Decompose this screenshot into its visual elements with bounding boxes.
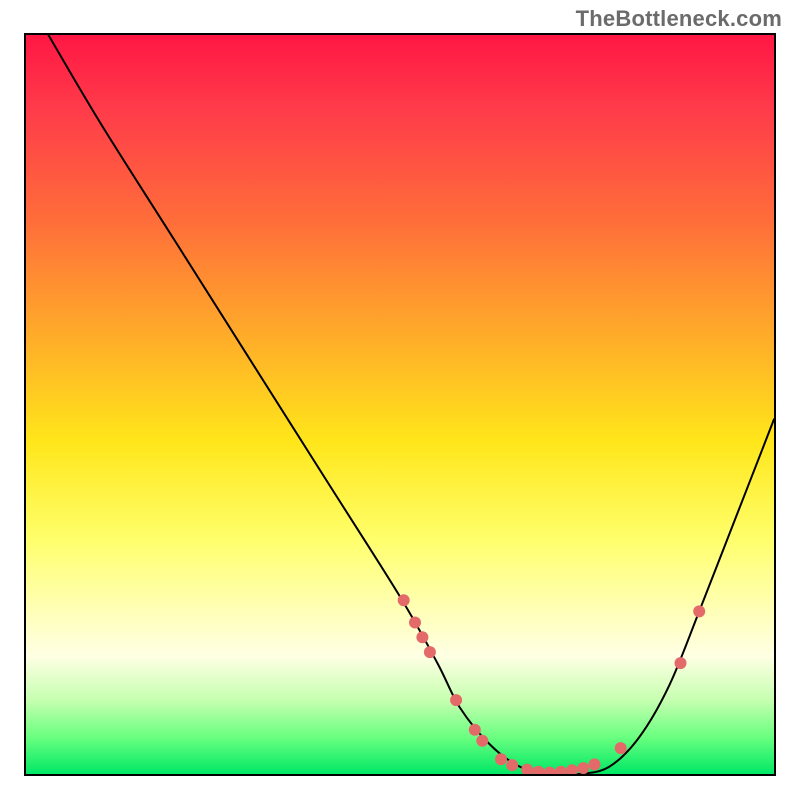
data-marker (589, 758, 601, 770)
data-marker (476, 735, 488, 747)
data-marker (469, 724, 481, 736)
chart-svg (26, 35, 774, 774)
data-marker (577, 762, 589, 774)
data-marker (521, 764, 533, 774)
data-marker (532, 766, 544, 774)
data-marker (416, 631, 428, 643)
data-marker (566, 764, 578, 774)
watermark-text: TheBottleneck.com (576, 6, 782, 32)
data-marker (495, 753, 507, 765)
data-marker (506, 759, 518, 771)
data-marker (555, 766, 567, 774)
data-marker (675, 657, 687, 669)
bottleneck-curve (48, 35, 774, 774)
data-marker (409, 617, 421, 629)
plot-frame (24, 33, 776, 776)
chart-container: TheBottleneck.com (0, 0, 800, 800)
data-marker (615, 742, 627, 754)
data-markers (398, 594, 706, 774)
data-marker (450, 694, 462, 706)
data-marker (544, 767, 556, 775)
data-marker (398, 594, 410, 606)
data-marker (693, 605, 705, 617)
data-marker (424, 646, 436, 658)
